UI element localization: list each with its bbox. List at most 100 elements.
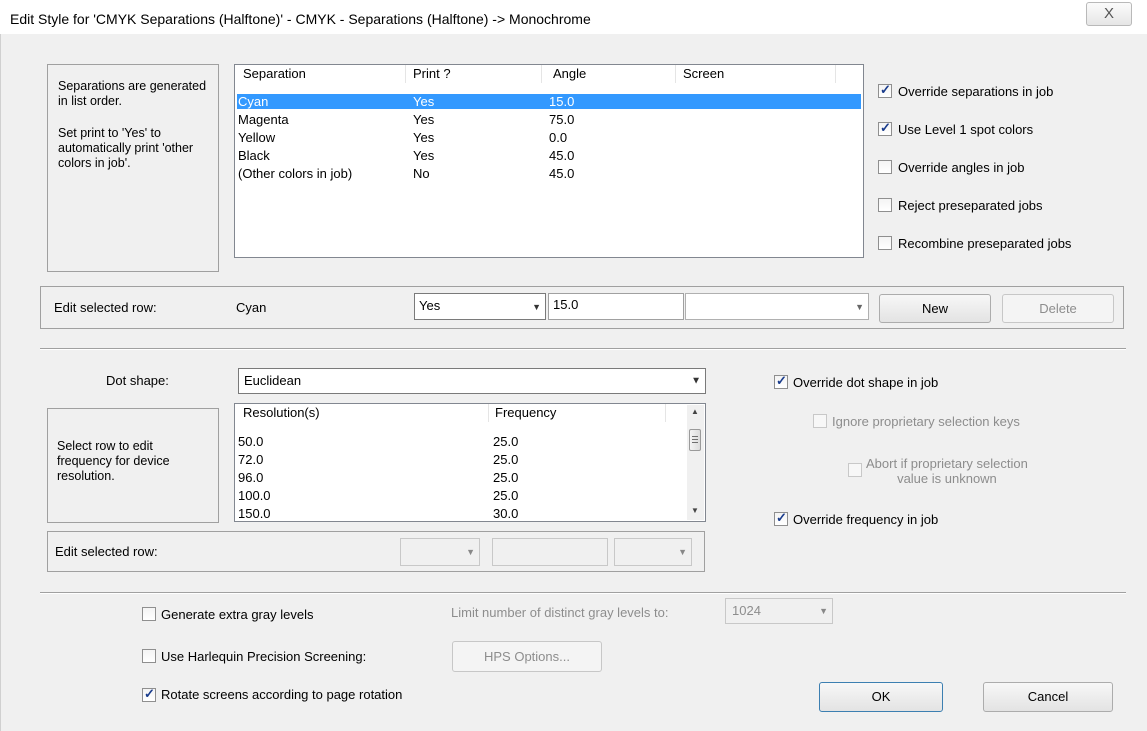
column-header-resolutions[interactable]: Resolution(s) xyxy=(243,404,320,422)
rotate-screens-checkbox[interactable] xyxy=(142,686,156,702)
abort-unknown-checkbox[interactable] xyxy=(848,463,862,477)
column-header-angle[interactable]: Angle xyxy=(553,65,586,83)
separation-name: Magenta xyxy=(238,112,289,127)
separation-angle: 75.0 xyxy=(549,112,575,127)
frequency-value: 25.0 xyxy=(493,434,519,449)
print-select[interactable]: Yes ▼ xyxy=(414,293,546,320)
print-select-value: Yes xyxy=(419,298,441,313)
chevron-down-icon: ▼ xyxy=(466,547,475,557)
chevron-down-icon: ▼ xyxy=(691,375,701,387)
column-header-separation[interactable]: Separation xyxy=(243,65,306,83)
gray-levels-value: 1024 xyxy=(732,603,761,618)
recombine-preseparated-checkbox[interactable] xyxy=(878,236,892,250)
column-header-frequency[interactable]: Frequency xyxy=(495,404,556,422)
frequency-value: 25.0 xyxy=(493,488,519,503)
new-button[interactable]: New xyxy=(879,294,991,323)
frequency-info-text: Select row to edit frequency for device … xyxy=(57,439,170,483)
cancel-button[interactable]: Cancel xyxy=(983,682,1113,712)
frequency-value: 25.0 xyxy=(493,470,519,485)
separation-print: Yes xyxy=(413,130,435,145)
separation-print: Yes xyxy=(413,112,435,127)
separations-info-text-2: Set print to 'Yes' to automatically prin… xyxy=(58,126,194,170)
ignore-keys-label[interactable]: Ignore proprietary selection keys xyxy=(832,414,1020,429)
separation-angle: 0.0 xyxy=(549,130,568,145)
override-separations-checkbox[interactable] xyxy=(878,82,892,98)
frequency-scrollbar[interactable]: ▲ ▼ xyxy=(687,405,704,520)
ok-button[interactable]: OK xyxy=(819,682,943,712)
window-title: Edit Style for 'CMYK Separations (Halfto… xyxy=(10,11,591,27)
chevron-down-icon: ▼ xyxy=(819,606,828,616)
frequency-value: 30.0 xyxy=(493,506,519,521)
column-header-print[interactable]: Print ? xyxy=(413,65,451,83)
resolution-value: 96.0 xyxy=(238,470,264,485)
close-icon: X xyxy=(1103,5,1114,22)
section-divider xyxy=(40,592,1126,594)
ignore-keys-checkbox[interactable] xyxy=(813,414,827,428)
separation-name: (Other colors in job) xyxy=(238,166,353,181)
extra-gray-label[interactable]: Generate extra gray levels xyxy=(161,607,313,622)
chevron-down-icon: ▼ xyxy=(855,301,864,312)
recombine-preseparated-label[interactable]: Recombine preseparated jobs xyxy=(898,236,1071,251)
close-button[interactable]: X xyxy=(1086,2,1132,26)
separation-print: No xyxy=(413,166,430,181)
rotate-screens-label[interactable]: Rotate screens according to page rotatio… xyxy=(161,687,402,702)
angle-input-value: 15.0 xyxy=(553,297,579,312)
frequency-unit-select[interactable]: ▼ xyxy=(614,538,692,566)
scroll-up-icon[interactable]: ▲ xyxy=(691,407,699,416)
override-dot-shape-checkbox[interactable] xyxy=(774,373,788,389)
frequency-input[interactable] xyxy=(492,538,608,566)
separation-name: Black xyxy=(238,148,270,163)
override-angles-checkbox[interactable] xyxy=(878,160,892,174)
limit-gray-label: Limit number of distinct gray levels to: xyxy=(451,605,669,620)
separation-print: Yes xyxy=(413,148,435,163)
separation-name: Cyan xyxy=(238,94,269,109)
chevron-down-icon: ▼ xyxy=(532,301,541,312)
dot-shape-select[interactable]: Euclidean ▼ xyxy=(238,368,706,394)
hps-checkbox[interactable] xyxy=(142,649,156,663)
extra-gray-checkbox[interactable] xyxy=(142,607,156,621)
reject-preseparated-label[interactable]: Reject preseparated jobs xyxy=(898,198,1043,213)
section-divider xyxy=(40,348,1126,350)
abort-unknown-line-2: value is unknown xyxy=(897,471,997,486)
override-dot-shape-label[interactable]: Override dot shape in job xyxy=(793,375,938,390)
override-separations-label[interactable]: Override separations in job xyxy=(898,84,1053,99)
hps-options-button[interactable]: HPS Options... xyxy=(452,641,602,672)
override-frequency-checkbox[interactable] xyxy=(774,510,788,526)
separation-edit-label: Edit selected row: xyxy=(54,300,157,315)
use-level1-spot-checkbox[interactable] xyxy=(878,120,892,136)
resolution-value: 72.0 xyxy=(238,452,264,467)
resolution-select[interactable]: ▼ xyxy=(400,538,480,566)
override-frequency-label[interactable]: Override frequency in job xyxy=(793,512,938,527)
angle-input[interactable]: 15.0 xyxy=(548,293,684,320)
scroll-thumb[interactable] xyxy=(689,429,701,451)
abort-unknown-label[interactable]: Abort if proprietary selection value is … xyxy=(866,456,1028,486)
separation-print: Yes xyxy=(413,94,435,109)
screen-select[interactable]: ▼ xyxy=(685,293,869,320)
frequency-value: 25.0 xyxy=(493,452,519,467)
use-level1-spot-label[interactable]: Use Level 1 spot colors xyxy=(898,122,1033,137)
resolution-value: 50.0 xyxy=(238,434,264,449)
override-angles-label[interactable]: Override angles in job xyxy=(898,160,1024,175)
dot-shape-label: Dot shape: xyxy=(106,373,169,388)
separation-edit-name: Cyan xyxy=(236,300,267,315)
reject-preseparated-checkbox[interactable] xyxy=(878,198,892,212)
separations-info-box: Separations are generated in list order.… xyxy=(47,64,219,272)
separation-angle: 45.0 xyxy=(549,148,575,163)
frequency-info-box: Select row to edit frequency for device … xyxy=(47,408,219,523)
resolution-value: 150.0 xyxy=(238,506,271,521)
separations-list[interactable]: Separation Print ? Angle Screen Cyan Yes… xyxy=(234,64,864,258)
frequency-edit-label: Edit selected row: xyxy=(55,544,158,559)
gray-levels-select[interactable]: 1024 ▼ xyxy=(725,598,833,624)
delete-button[interactable]: Delete xyxy=(1002,294,1114,323)
chevron-down-icon: ▼ xyxy=(678,547,687,557)
separations-info-text-1: Separations are generated in list order. xyxy=(58,79,207,108)
title-bar: Edit Style for 'CMYK Separations (Halfto… xyxy=(0,0,1147,34)
scroll-down-icon[interactable]: ▼ xyxy=(691,506,699,515)
separation-name: Yellow xyxy=(238,130,276,145)
separation-angle: 45.0 xyxy=(549,166,575,181)
column-header-screen[interactable]: Screen xyxy=(683,65,724,83)
hps-label[interactable]: Use Harlequin Precision Screening: xyxy=(161,649,366,664)
frequency-list[interactable]: Resolution(s) Frequency 50.0 25.0 72.0 2… xyxy=(234,403,706,522)
resolution-value: 100.0 xyxy=(238,488,271,503)
dot-shape-value: Euclidean xyxy=(244,373,302,388)
